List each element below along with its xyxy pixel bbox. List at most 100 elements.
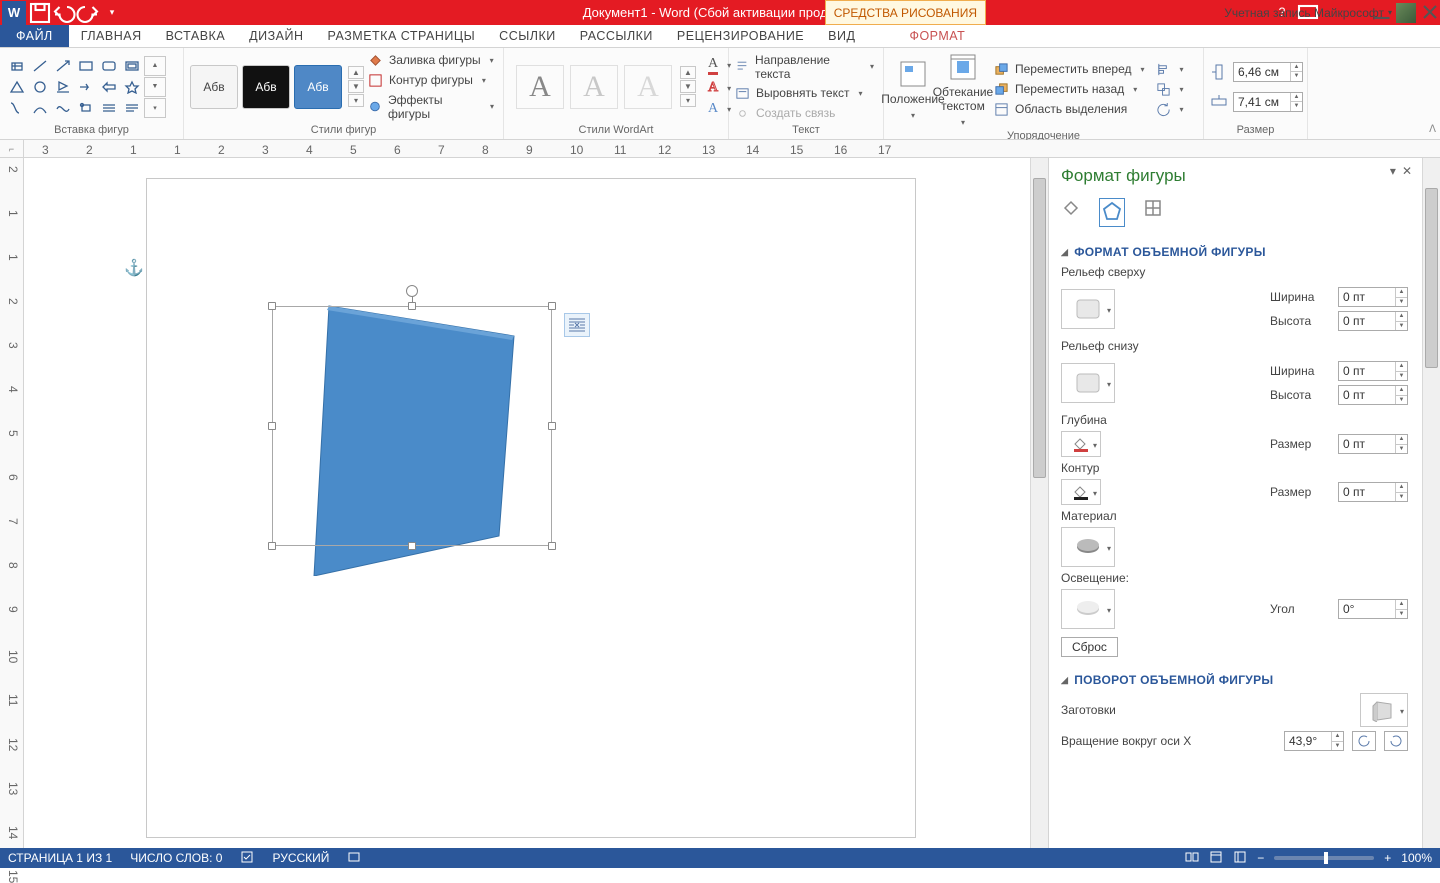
pane-close-icon[interactable]: ✕ — [1402, 164, 1412, 178]
resize-handle[interactable] — [268, 302, 276, 310]
save-icon[interactable] — [28, 1, 52, 25]
bevel-top-height[interactable]: 0 пт▲▼ — [1338, 311, 1408, 331]
fill-line-tab-icon[interactable] — [1061, 198, 1081, 227]
collapse-ribbon-icon[interactable]: ᐱ — [1429, 124, 1436, 135]
bevel-bottom-height[interactable]: 0 пт▲▼ — [1338, 385, 1408, 405]
tab-review[interactable]: РЕЦЕНЗИРОВАНИЕ — [665, 25, 816, 47]
ribbon: ▲ ▼ ▾ Вставка фигур Абв — [0, 48, 1440, 140]
spellcheck-icon[interactable] — [240, 850, 254, 867]
tab-view[interactable]: ВИД — [816, 25, 867, 47]
contour-size[interactable]: 0 пт▲▼ — [1338, 482, 1408, 502]
anchor-icon[interactable]: ⚓ — [124, 258, 144, 278]
selection-box[interactable] — [272, 306, 552, 546]
bring-forward-button[interactable]: Переместить вперед▾ — [994, 61, 1148, 78]
depth-size[interactable]: 0 пт▲▼ — [1338, 434, 1408, 454]
horizontal-ruler[interactable]: 3211234567891011121314151617 — [24, 140, 1440, 158]
shape-fill-button[interactable]: Заливка фигуры▾ — [368, 52, 497, 69]
document-canvas[interactable]: ⚓ — [24, 158, 1048, 848]
status-page[interactable]: СТРАНИЦА 1 ИЗ 1 — [8, 851, 112, 865]
contour-color-button[interactable]: ▾ — [1061, 479, 1101, 505]
rotation-x-input[interactable]: 43,9°▲▼ — [1284, 731, 1344, 751]
tab-selector-icon[interactable]: ⌐ — [0, 140, 24, 157]
align-text-button[interactable]: Выровнять текст▾ — [735, 85, 877, 102]
tab-mailings[interactable]: РАССЫЛКИ — [568, 25, 665, 47]
word-logo-icon: W — [2, 1, 26, 25]
rotate-x-right-button[interactable] — [1384, 731, 1408, 751]
resize-handle[interactable] — [268, 422, 276, 430]
resize-handle[interactable] — [408, 302, 416, 310]
resize-handle[interactable] — [548, 542, 556, 550]
web-layout-icon[interactable] — [1233, 850, 1247, 867]
macro-record-icon[interactable] — [347, 850, 361, 867]
lighting-angle[interactable]: 0°▲▼ — [1338, 599, 1408, 619]
format-shape-pane: ▾ ✕ Формат фигуры ◢ФОРМАТ ОБЪЕМНОЙ ФИГУР… — [1048, 158, 1440, 848]
shape-height[interactable]: 6,46 см▲▼ — [1210, 62, 1303, 82]
shape-width[interactable]: 7,41 см▲▼ — [1210, 92, 1303, 112]
pane-options-icon[interactable]: ▾ — [1390, 164, 1396, 178]
size-properties-tab-icon[interactable] — [1143, 198, 1163, 227]
wordart-styles-gallery[interactable]: AAA ▲▼▾ — [510, 65, 702, 109]
rotation-presets-button[interactable]: ▾ — [1360, 693, 1408, 727]
tab-home[interactable]: ГЛАВНАЯ — [69, 25, 154, 47]
resize-handle[interactable] — [408, 542, 416, 550]
group-label-text: Текст — [735, 122, 877, 139]
group-label-insert-shapes: Вставка фигур — [6, 122, 177, 139]
section-3d-format[interactable]: ◢ФОРМАТ ОБЪЕМНОЙ ФИГУРЫ — [1061, 245, 1408, 259]
print-layout-icon[interactable] — [1209, 850, 1223, 867]
effects-tab-icon[interactable] — [1099, 198, 1125, 227]
resize-handle[interactable] — [268, 542, 276, 550]
vertical-scrollbar[interactable] — [1030, 158, 1048, 848]
send-backward-button[interactable]: Переместить назад▾ — [994, 81, 1148, 98]
resize-handle[interactable] — [548, 302, 556, 310]
tab-format[interactable]: ФОРМАТ — [897, 25, 977, 47]
material-button[interactable]: ▾ — [1061, 527, 1115, 567]
tab-page-layout[interactable]: РАЗМЕТКА СТРАНИЦЫ — [316, 25, 488, 47]
account-label[interactable]: Учетная запись Майкрософт▾ — [1224, 0, 1416, 25]
layout-options-icon[interactable] — [564, 313, 590, 337]
tab-references[interactable]: ССЫЛКИ — [487, 25, 568, 47]
status-language[interactable]: РУССКИЙ — [272, 851, 329, 865]
group-label-wordart-styles: Стили WordArt — [510, 122, 722, 139]
lighting-button[interactable]: ▾ — [1061, 589, 1115, 629]
tab-design[interactable]: ДИЗАЙН — [237, 25, 315, 47]
shape-styles-gallery[interactable]: Абв Абв Абв ▲▼▾ — [190, 65, 364, 109]
contextual-tab-drawing-tools[interactable]: СРЕДСТВА РИСОВАНИЯ — [825, 0, 986, 25]
zoom-slider[interactable] — [1274, 856, 1374, 860]
shapes-gallery[interactable]: ▲ ▼ ▾ — [6, 56, 166, 118]
selection-pane-button[interactable]: Область выделения — [994, 101, 1148, 118]
rotation-handle[interactable] — [406, 285, 418, 297]
position-button[interactable]: Положение▾ — [890, 58, 936, 121]
tab-file[interactable]: ФАЙЛ — [0, 25, 69, 47]
undo-icon[interactable] — [52, 1, 76, 25]
zoom-level[interactable]: 100% — [1401, 851, 1432, 865]
read-mode-icon[interactable] — [1185, 850, 1199, 867]
shape-outline-button[interactable]: Контур фигуры▾ — [368, 72, 497, 89]
group-label-size: Размер — [1210, 122, 1301, 139]
wrap-text-button[interactable]: Обтекание текстом▾ — [940, 51, 986, 128]
resize-handle[interactable] — [548, 422, 556, 430]
align-button[interactable]: ▾ — [1156, 61, 1187, 78]
rotate-button[interactable]: ▾ — [1156, 101, 1187, 118]
bevel-bottom-width[interactable]: 0 пт▲▼ — [1338, 361, 1408, 381]
text-direction-button[interactable]: Направление текста▾ — [735, 52, 877, 82]
zoom-in-icon[interactable]: + — [1384, 851, 1391, 865]
section-3d-rotation[interactable]: ◢ПОВОРОТ ОБЪЕМНОЙ ФИГУРЫ — [1061, 673, 1408, 687]
pane-scrollbar[interactable] — [1422, 158, 1440, 848]
qat-more-icon[interactable]: ▾ — [100, 1, 124, 25]
close-icon[interactable] — [1418, 0, 1440, 24]
bevel-top-width[interactable]: 0 пт▲▼ — [1338, 287, 1408, 307]
zoom-out-icon[interactable]: − — [1257, 851, 1264, 865]
shape-effects-button[interactable]: Эффекты фигуры▾ — [368, 92, 497, 122]
reset-button[interactable]: Сброс — [1061, 637, 1118, 657]
group-button[interactable]: ▾ — [1156, 81, 1187, 98]
status-word-count[interactable]: ЧИСЛО СЛОВ: 0 — [130, 851, 222, 865]
redo-icon[interactable] — [76, 1, 100, 25]
bevel-bottom-button[interactable]: ▾ — [1061, 363, 1115, 403]
depth-color-button[interactable]: ▾ — [1061, 431, 1101, 457]
bevel-top-button[interactable]: ▾ — [1061, 289, 1115, 329]
vertical-ruler[interactable]: 21123456789101112131415 — [0, 158, 24, 848]
rotate-x-left-button[interactable] — [1352, 731, 1376, 751]
tab-insert[interactable]: ВСТАВКА — [154, 25, 238, 47]
create-link-button[interactable]: Создать связь — [735, 105, 877, 122]
avatar — [1396, 3, 1416, 23]
